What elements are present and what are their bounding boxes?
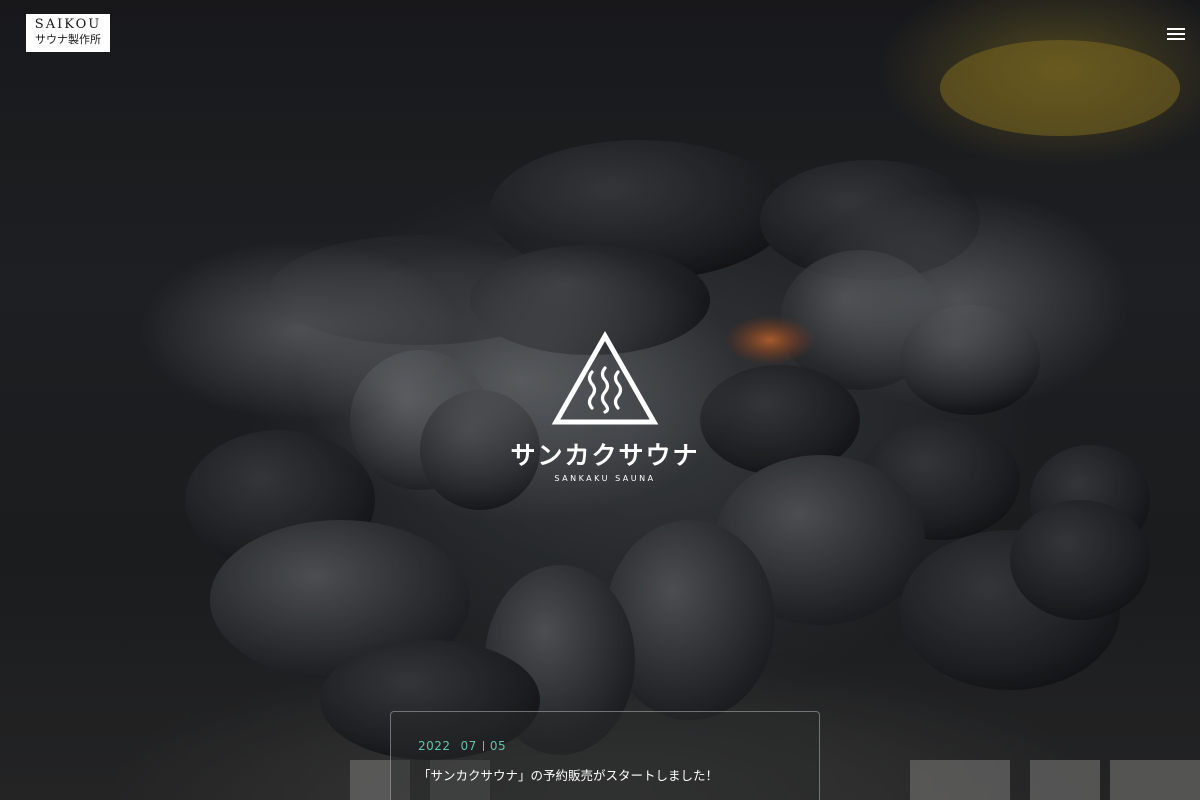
- brand-name-en: SAIKOU: [34, 17, 102, 32]
- product-name-en: SANKAKU SAUNA: [554, 474, 656, 483]
- news-date-month: 07: [460, 739, 477, 753]
- triangle-steam-icon: [551, 330, 659, 425]
- news-card[interactable]: 2022 07 05 「サンカクサウナ」の予約販売がスタートしました！: [390, 711, 820, 800]
- brand-logo[interactable]: SAIKOU サウナ製作所: [26, 14, 110, 52]
- news-date-year: 2022: [418, 739, 451, 753]
- menu-line-middle: [1167, 33, 1185, 35]
- hamburger-menu-icon[interactable]: [1162, 22, 1190, 46]
- news-date-day: 05: [489, 739, 507, 753]
- news-title[interactable]: 「サンカクサウナ」の予約販売がスタートしました！: [418, 765, 718, 784]
- menu-line-top: [1167, 28, 1185, 30]
- hero-section: SAIKOU サウナ製作所 サンカクサウナ SANKAKU SAUNA 2022…: [0, 0, 1200, 800]
- brand-name-ja: サウナ製作所: [35, 33, 101, 46]
- product-logo: サンカクサウナ SANKAKU SAUNA: [500, 330, 710, 500]
- news-date: 2022 07 05: [418, 739, 506, 753]
- date-separator: [482, 741, 484, 751]
- menu-line-bottom: [1167, 38, 1185, 40]
- product-name: サンカクサウナ: [510, 441, 700, 470]
